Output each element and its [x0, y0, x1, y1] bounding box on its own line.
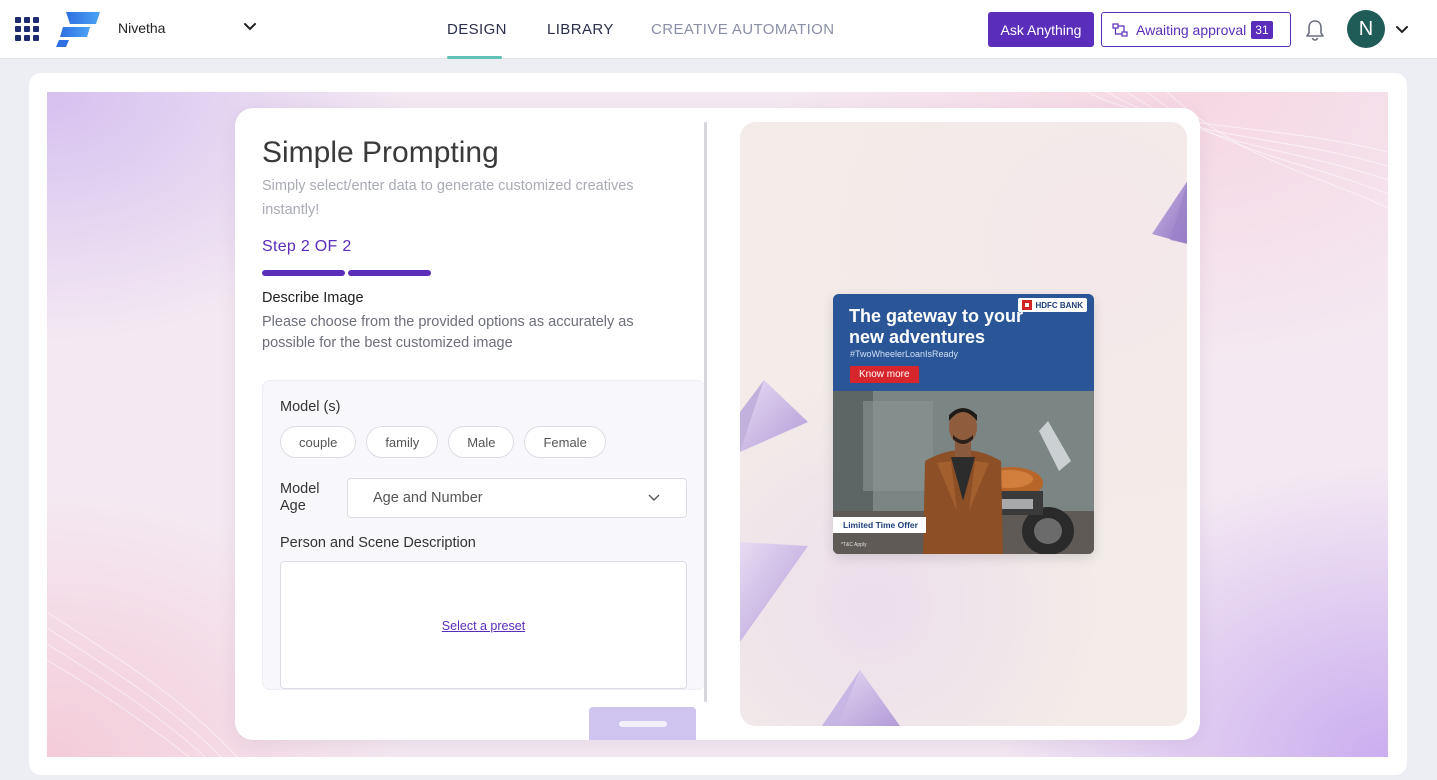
- ad-hashtag: #TwoWheelerLoanIsReady: [850, 349, 959, 359]
- generate-button[interactable]: [589, 707, 696, 740]
- step-progress-bar-2: [348, 270, 431, 276]
- active-tab-indicator: [447, 56, 502, 59]
- model-chip-couple[interactable]: couple: [280, 426, 357, 458]
- ad-offer-badge: Limited Time Offer: [833, 517, 926, 533]
- model-chip-group: couple family Male Female: [280, 426, 606, 458]
- brand-logo[interactable]: [56, 10, 102, 48]
- scene-description-label: Person and Scene Description: [280, 535, 476, 551]
- scene-description-input[interactable]: Select a preset: [280, 561, 687, 689]
- generate-button-label: [618, 721, 667, 727]
- chevron-down-icon[interactable]: [241, 18, 259, 36]
- page-subtitle: Simply select/enter data to generate cus…: [262, 178, 634, 218]
- page-title: Simple Prompting: [262, 136, 499, 169]
- model-label: Model (s): [280, 399, 341, 415]
- nav-tab-library[interactable]: LIBRARY: [547, 0, 614, 59]
- approval-count-badge: 31: [1251, 20, 1273, 39]
- awaiting-approval-button[interactable]: Awaiting approval 31: [1101, 12, 1291, 47]
- simple-prompting-panel: Simple Prompting Simply select/enter dat…: [235, 108, 1200, 740]
- chevron-down-icon[interactable]: [1393, 21, 1411, 39]
- select-preset-link[interactable]: Select a preset: [281, 619, 686, 633]
- ask-anything-button[interactable]: Ask Anything: [988, 12, 1094, 47]
- approval-icon: [1112, 22, 1128, 37]
- step-progress-bar-1: [262, 270, 345, 276]
- ad-terms: *T&C Apply: [841, 542, 867, 548]
- describe-image-heading: Describe Image: [262, 290, 364, 306]
- approval-label: Awaiting approval: [1136, 21, 1247, 38]
- describe-image-card: Model (s) couple family Male Female Mode…: [262, 380, 705, 690]
- form-scrollbar[interactable]: [704, 122, 707, 702]
- top-bar: Nivetha DESIGN LIBRARY CREATIVE AUTOMATI…: [0, 0, 1437, 59]
- ad-cta-button[interactable]: Know more: [850, 366, 919, 383]
- model-chip-male[interactable]: Male: [448, 426, 515, 458]
- nav-tab-creative-automation[interactable]: CREATIVE AUTOMATION: [651, 0, 834, 59]
- step-indicator: Step 2 OF 2: [262, 238, 352, 255]
- bell-icon[interactable]: [1304, 18, 1326, 42]
- model-age-select[interactable]: Age and Number: [347, 478, 687, 518]
- creative-preview: HDFC BANK The gateway to your new advent…: [740, 122, 1187, 726]
- model-chip-family[interactable]: family: [366, 426, 439, 458]
- user-avatar[interactable]: N: [1347, 10, 1385, 48]
- workspace-name[interactable]: Nivetha: [118, 20, 165, 36]
- nav-tab-design[interactable]: DESIGN: [447, 0, 507, 59]
- model-age-value: Age and Number: [373, 490, 483, 506]
- describe-image-text: Please choose from the provided options …: [262, 314, 634, 351]
- prompt-form: Simple Prompting Simply select/enter dat…: [235, 108, 705, 740]
- ad-creative[interactable]: HDFC BANK The gateway to your new advent…: [833, 294, 1094, 554]
- model-age-label: Model Age: [280, 481, 320, 514]
- app-grid-icon[interactable]: [15, 17, 40, 42]
- model-chip-female[interactable]: Female: [524, 426, 606, 458]
- ad-headline: The gateway to your new adventures: [849, 306, 1024, 347]
- chevron-down-icon: [648, 494, 660, 501]
